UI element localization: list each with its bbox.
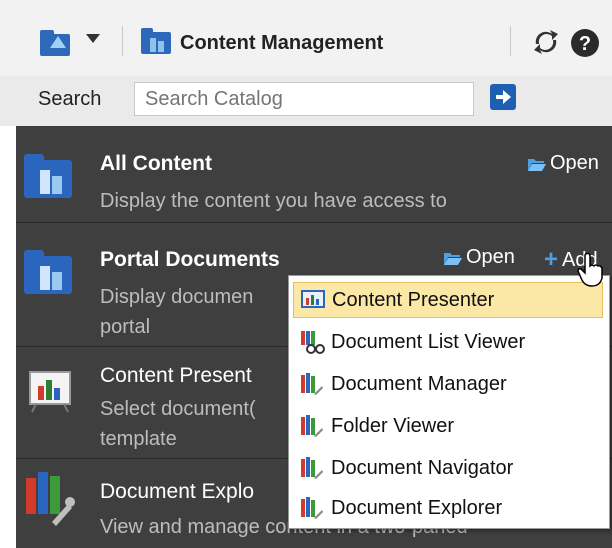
add-folder-icon[interactable] xyxy=(38,26,74,58)
menu-item-label: Document Explorer xyxy=(331,496,503,519)
folder-building-icon xyxy=(22,246,78,303)
search-label: Search xyxy=(38,88,102,110)
item-title[interactable]: Document Explo xyxy=(100,480,254,504)
presenter-icon xyxy=(300,287,326,313)
add-popup-menu: Content Presenter Document List Viewer D… xyxy=(288,275,610,529)
toolbar: Content Management ? xyxy=(0,0,612,76)
open-folder-icon xyxy=(528,158,546,171)
open-folder-icon xyxy=(444,252,462,265)
document-list-viewer-icon xyxy=(299,329,325,355)
item-title[interactable]: Content Present xyxy=(100,364,252,388)
menu-item-label: Document Navigator xyxy=(331,456,514,479)
menu-item-folder-viewer[interactable]: Folder Viewer xyxy=(293,408,603,444)
toolbar-divider xyxy=(122,26,123,56)
dropdown-arrow-icon[interactable] xyxy=(86,34,100,44)
hand-cursor-icon xyxy=(576,252,606,293)
item-description: Display the content you have access to xyxy=(100,190,447,212)
open-label: Open xyxy=(466,246,515,268)
open-label: Open xyxy=(550,152,599,174)
refresh-icon[interactable] xyxy=(532,28,560,56)
menu-item-label: Document Manager xyxy=(331,372,507,395)
help-icon[interactable]: ? xyxy=(570,28,600,58)
open-link[interactable]: Open xyxy=(528,152,599,175)
search-go-button[interactable] xyxy=(490,84,516,110)
item-title[interactable]: All Content xyxy=(100,152,212,176)
books-icon xyxy=(299,455,325,481)
menu-item-label: Folder Viewer xyxy=(331,414,455,437)
books-icon xyxy=(299,413,325,439)
menu-item-document-manager[interactable]: Document Manager xyxy=(293,366,603,402)
open-link[interactable]: Open xyxy=(444,246,515,269)
plus-icon: + xyxy=(544,246,559,273)
toolbar-divider xyxy=(510,26,511,56)
menu-item-document-list-viewer[interactable]: Document List Viewer xyxy=(293,324,603,360)
menu-item-label: Content Presenter xyxy=(332,288,495,311)
content-management-icon xyxy=(140,26,174,61)
menu-item-document-navigator[interactable]: Document Navigator xyxy=(293,450,603,486)
menu-item-content-presenter[interactable]: Content Presenter xyxy=(293,282,603,318)
presenter-icon xyxy=(28,368,74,419)
books-icon xyxy=(299,371,325,397)
books-icon xyxy=(299,495,325,521)
document-explorer-icon xyxy=(22,468,78,533)
arrow-right-icon xyxy=(496,90,511,104)
item-title[interactable]: Portal Documents xyxy=(100,248,280,272)
menu-item-label: Document List Viewer xyxy=(331,330,526,353)
toolbar-title: Content Management xyxy=(180,32,384,54)
search-input[interactable] xyxy=(134,82,474,116)
menu-item-document-explorer[interactable]: Document Explorer xyxy=(293,490,603,526)
folder-building-icon xyxy=(22,150,78,207)
list-item-all-content[interactable]: All Content Display the content you have… xyxy=(16,126,612,223)
content-management-button[interactable]: Content Management xyxy=(140,26,383,61)
svg-text:?: ? xyxy=(579,33,591,55)
